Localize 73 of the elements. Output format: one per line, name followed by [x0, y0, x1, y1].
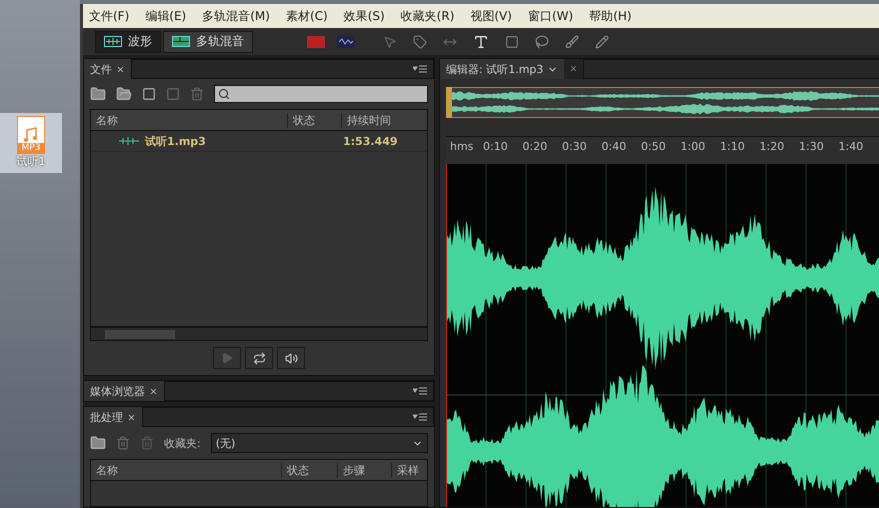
time-tick: 1:20: [760, 140, 786, 153]
mode-button[interactable]: 多轨混音: [163, 30, 253, 52]
search-icon: [218, 88, 230, 100]
search-field[interactable]: [214, 85, 428, 103]
close-icon[interactable]: [127, 412, 136, 422]
tracks-icon: [172, 36, 190, 47]
column-header[interactable]: 名称: [91, 112, 287, 128]
files-tab[interactable]: 文件: [84, 59, 131, 79]
file-row[interactable]: 试听1.mp3 1:53.449: [91, 131, 427, 152]
media-browser-tab[interactable]: 媒体浏览器: [84, 381, 164, 401]
favorites-dropdown[interactable]: (无): [210, 433, 428, 453]
waveform-icon: [104, 36, 122, 47]
mode-button[interactable]: 波形: [95, 30, 161, 52]
menu-item[interactable]: 多轨混音(M): [202, 8, 270, 24]
column-header[interactable]: 状态: [281, 462, 337, 478]
text-cursor-icon[interactable]: [473, 34, 489, 50]
desktop-icon-label: 试听1: [16, 154, 46, 169]
close-icon[interactable]: [569, 64, 578, 73]
time-tick: 1:40: [838, 140, 864, 153]
time-tick: 0:10: [483, 140, 509, 153]
marquee-tool-icon[interactable]: [505, 34, 519, 48]
menu-item[interactable]: 窗口(W): [528, 8, 574, 24]
batch-tab[interactable]: 批处理: [84, 407, 142, 427]
menu-item[interactable]: 帮助(H): [589, 8, 632, 24]
time-tick: 0:30: [562, 140, 588, 153]
close-icon[interactable]: [116, 64, 125, 74]
time-tick: 1:00: [680, 140, 706, 153]
file-name: 试听1.mp3: [145, 134, 207, 148]
waveform-icon[interactable]: [337, 36, 355, 48]
horizontal-scrollbar[interactable]: [90, 327, 428, 341]
folder-icon[interactable]: [90, 86, 106, 102]
pencil-icon[interactable]: [595, 34, 609, 48]
play-icon: [221, 352, 233, 364]
panel-menu-icon[interactable]: [413, 413, 427, 421]
time-tick: 0:50: [641, 140, 667, 153]
menu-item[interactable]: 编辑(E): [145, 8, 186, 24]
move-tool-icon[interactable]: [383, 34, 397, 48]
menu-item[interactable]: 素材(C): [286, 8, 328, 24]
file-duration: 1:53.449: [343, 134, 399, 148]
column-header[interactable]: 状态: [287, 112, 341, 128]
menu-item[interactable]: 视图(V): [470, 8, 512, 24]
open-folder-icon[interactable]: [116, 86, 132, 102]
folder-icon[interactable]: [90, 435, 106, 451]
ruler-unit: hms: [449, 140, 474, 153]
time-tick: 0:20: [522, 140, 548, 153]
scrollbar-thumb[interactable]: [105, 330, 175, 338]
favorites-label: 收藏夹:: [164, 436, 201, 450]
menu-item[interactable]: 效果(S): [344, 8, 385, 24]
loop-icon: [252, 352, 266, 364]
loop-button[interactable]: [245, 347, 273, 369]
column-header[interactable]: 步骤: [337, 462, 391, 478]
lasso-icon[interactable]: [535, 34, 549, 48]
brush-icon[interactable]: [565, 34, 579, 48]
time-tick: 1:10: [720, 140, 746, 153]
volume-button[interactable]: [277, 347, 305, 369]
file-type-badge: MP3: [18, 143, 44, 153]
waveform-icon: [119, 136, 139, 146]
panel-menu-icon[interactable]: [413, 65, 427, 73]
music-note-icon: [23, 127, 39, 143]
column-header[interactable]: 名称: [91, 462, 281, 478]
menu-item[interactable]: 文件(F): [89, 8, 130, 24]
close-icon[interactable]: [149, 386, 158, 396]
editor-tab[interactable]: 编辑器: 试听1.mp3: [440, 59, 564, 79]
column-header[interactable]: 持续时间: [341, 112, 427, 128]
column-header[interactable]: 采样: [391, 462, 427, 478]
speaker-icon: [284, 352, 298, 364]
panel-menu-icon[interactable]: [413, 387, 427, 395]
time-tick: 0:40: [602, 140, 628, 153]
waveform-overview[interactable]: [446, 87, 879, 118]
tag-tool-icon[interactable]: [413, 34, 427, 48]
menu-item[interactable]: 收藏夹(R): [400, 8, 454, 24]
time-tick: 1:30: [799, 140, 825, 153]
waveform-display[interactable]: [446, 164, 879, 507]
